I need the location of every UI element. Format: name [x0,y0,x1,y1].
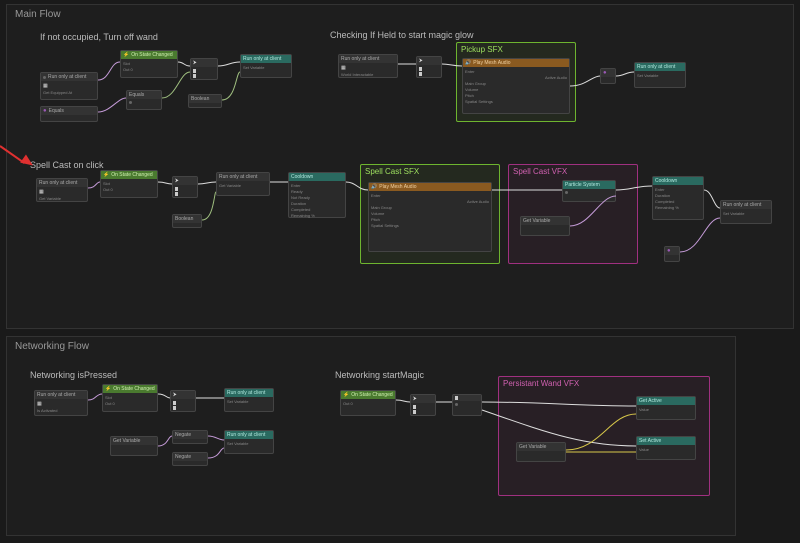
node-boolean-1[interactable]: Boolean [188,94,222,108]
node-equals-1[interactable]: Equals [126,90,162,110]
node-get-var-sc-b[interactable]: Run only at client Get Variable [216,172,270,196]
comment-spell-cast: Spell Cast on click [30,160,104,170]
node-world-interact[interactable]: Run only at client World Interactable [338,54,398,78]
node-negate-2[interactable]: Negate [172,452,208,466]
bolt-icon [103,172,109,178]
node-cooldown-2[interactable]: Cooldown Enter Duration Completed Remain… [652,176,704,220]
dot-icon [667,248,671,254]
comment-checking-held: Checking If Held to start magic glow [330,30,474,40]
node-wand-get-active[interactable]: Get Active Value [636,396,696,420]
branch-icon [193,60,197,66]
node-net2-state-change[interactable]: On State Changed Out 0 [340,390,396,416]
comment-turn-off-wand: If not occupied, Turn off wand [40,32,158,42]
dot-icon [43,108,47,114]
branch-icon [419,58,423,64]
doc-icon [39,189,85,195]
node-set-var-3[interactable]: Run only at client Set Variable [720,200,772,224]
comment-net-pressed: Networking isPressed [30,370,117,380]
doc-icon [37,401,85,407]
node-set-var-2[interactable]: Run only at client Set Variable [634,62,686,88]
node-set-var-1[interactable]: Run only at client Set Variable [240,54,292,78]
node-particle-cast[interactable]: Particle System [562,180,616,202]
node-net2-small[interactable] [452,394,482,416]
doc-icon [341,65,395,71]
node-negate-1[interactable]: Negate [172,430,208,444]
main-flow-title: Main Flow [7,5,793,24]
node-get-var-sc-a[interactable]: Run only at client Get Variable [36,178,88,202]
branch-icon [175,178,179,184]
dot-icon [603,70,607,76]
node-boolean-2[interactable]: Boolean [172,214,202,228]
graph-canvas[interactable]: Main Flow Networking Flow If not occupie… [0,0,800,543]
node-branch-1[interactable] [190,58,218,80]
node-get-var-net-1[interactable]: Get Variable [110,436,158,456]
node-equals-emitter[interactable]: Equals [40,106,98,122]
node-branch-3[interactable] [172,176,198,198]
node-state-change-1[interactable]: On State Changed SlotOut 0 [120,50,178,78]
node-set-var-net-a[interactable]: Run only at client Set Variable [224,388,274,412]
node-dot-small-1[interactable] [600,68,616,84]
node-state-change-2[interactable]: On State Changed SlotOut 0 [100,170,158,198]
networking-flow-title: Networking Flow [7,337,735,356]
doc-icon [43,83,95,89]
bolt-icon [105,386,111,392]
branch-icon [413,396,417,402]
speaker-icon [371,184,377,190]
bolt-icon [123,52,129,58]
comment-net-startmagic: Networking startMagic [335,370,424,380]
speaker-icon [465,60,471,66]
node-play-audio-pickup[interactable]: Play Mesh Audio Enter Active Audio Main … [462,58,570,114]
node-net2-branch[interactable] [410,394,436,416]
node-wand-get-var[interactable]: Get Variable [516,442,566,462]
node-dot-small-2[interactable] [664,246,680,262]
group-spellcast-vfx: Spell Cast VFX [508,164,638,264]
node-net-branch-1[interactable] [170,390,196,412]
node-wand-set-active[interactable]: Set Active Value [636,436,696,460]
node-play-audio-cast[interactable]: Play Mesh Audio Enter Active Audio Main … [368,182,492,252]
node-cooldown-1[interactable]: Cooldown Enter Ready Not Ready Duration … [288,172,346,218]
branch-icon [173,392,177,398]
node-net-activated[interactable]: Run only at client Is Activated [34,390,88,416]
node-set-var-net-b[interactable]: Run only at client Set Variable [224,430,274,454]
node-get-var-vfx[interactable]: Get Variable [520,216,570,236]
node-net-state-change[interactable]: On State Changed SlotOut 0 [102,384,158,412]
node-get-equipped[interactable]: Run only at client Get Equipped At [40,72,98,100]
node-branch-2[interactable] [416,56,442,78]
bolt-icon [343,392,349,398]
